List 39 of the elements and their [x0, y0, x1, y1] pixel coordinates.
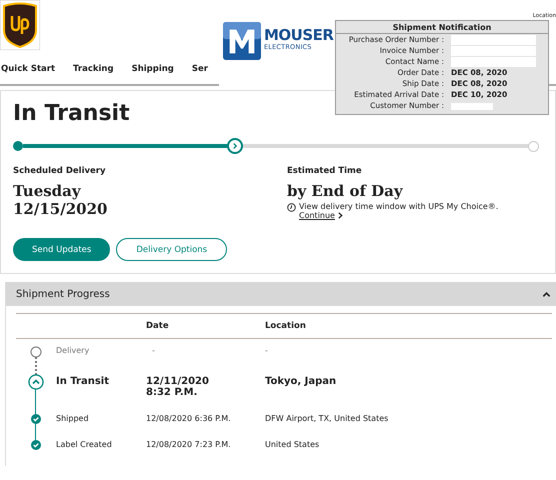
- date-cell-text: 12/08/2020 6:36 P.M.: [146, 414, 232, 423]
- date-cell-text: -: [151, 346, 156, 355]
- panel-title: Shipment Notification: [336, 21, 548, 34]
- status-cell-text: Delivery: [56, 346, 90, 355]
- nav-link[interactable]: Tracking: [73, 64, 114, 74]
- continue-link[interactable]: Continue: [299, 211, 335, 220]
- chevron-icon: [226, 138, 243, 154]
- location-cell-text: DFW Airport, TX, United States: [265, 414, 390, 423]
- location-cell-text: -: [265, 346, 269, 355]
- nav-link[interactable]: Ser: [192, 64, 208, 74]
- clock-icon: [287, 203, 296, 212]
- estimated-time: by End of Day: [287, 182, 404, 200]
- nav-link[interactable]: Shipping: [132, 64, 174, 74]
- estimated-label: Estimated Time: [287, 166, 363, 176]
- status-cell-text: Label Created: [56, 440, 113, 449]
- chevron-right-icon: [338, 212, 343, 219]
- collapse-icon[interactable]: [542, 290, 551, 298]
- date-cell-text: 12/11/2020 8:32 P.M.: [146, 375, 210, 398]
- status-cell-text: In Transit: [56, 375, 110, 387]
- status-cell-text: Shipped: [56, 414, 90, 423]
- send-updates-button[interactable]: Send Updates: [13, 238, 110, 261]
- scheduled-label: Scheduled Delivery: [13, 166, 107, 176]
- status-title: In Transit: [13, 101, 130, 126]
- column-header: Date: [146, 321, 170, 331]
- delivery-options-button[interactable]: Delivery Options: [116, 238, 228, 261]
- location-cell-text: United States: [265, 440, 320, 449]
- choice-note: View delivery time window with UPS My Choice®.: [299, 202, 498, 211]
- date-cell-text: 12/08/2020 7:23 P.M.: [146, 440, 232, 449]
- section-title: Shipment Progress: [16, 288, 110, 300]
- brand-name: MOUSER: [264, 28, 334, 43]
- delivery-day: Tuesday: [13, 182, 287, 200]
- nav-link[interactable]: Quick Start: [1, 64, 56, 74]
- blank-field: [451, 103, 493, 110]
- section-header[interactable]: Shipment Progress: [6, 282, 556, 306]
- location-cell-text: Tokyo, Japan: [265, 375, 338, 387]
- start-dot-icon: [13, 141, 23, 151]
- end-circle-icon: [528, 141, 539, 152]
- column-header: Location: [265, 321, 307, 331]
- delivery-date: 12/15/2020: [13, 200, 108, 218]
